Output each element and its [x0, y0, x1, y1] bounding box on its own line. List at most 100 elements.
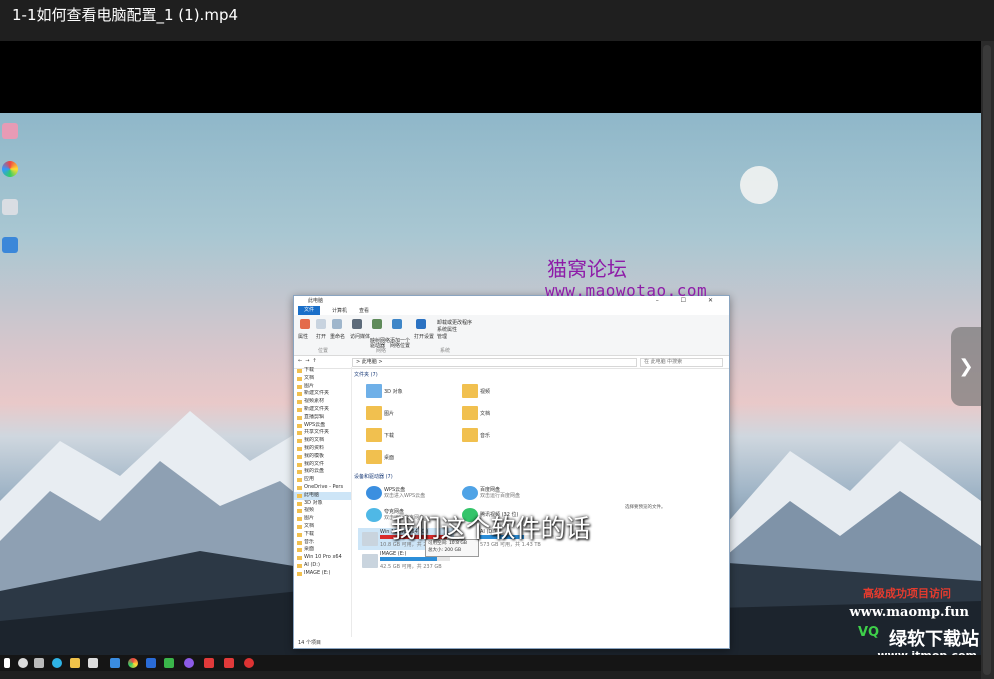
edge-icon[interactable]	[52, 658, 62, 668]
task-view-icon[interactable]	[34, 658, 44, 668]
address-bar-row: ←→↑ > 此电脑 > 在 此电脑 中搜索	[294, 356, 729, 369]
explorer-icon[interactable]	[70, 658, 80, 668]
nav-item[interactable]: 桌面	[294, 546, 351, 554]
content-pane: 文件夹 (7) 3D 对象 视频 图片 文档 下载 音乐 桌面 设备和驱动器 (…	[354, 370, 724, 635]
settings-icon[interactable]	[416, 319, 426, 329]
address-bar[interactable]: > 此电脑 >	[352, 358, 637, 367]
wps-icon[interactable]	[204, 658, 214, 668]
tab-computer[interactable]: 计算机	[332, 307, 347, 314]
video-subtitle: 我们这个软件的话	[390, 514, 591, 543]
nav-item[interactable]: OneDrive - Pers	[294, 484, 351, 492]
nav-item[interactable]: IMAGE (E:)	[294, 570, 351, 578]
nav-item[interactable]: 新建文件夹	[294, 390, 351, 398]
folder-label[interactable]: 下载	[384, 432, 394, 439]
nav-item[interactable]: 我的资料	[294, 445, 351, 453]
store-icon[interactable]	[88, 658, 98, 668]
nav-item[interactable]: 我的云盘	[294, 468, 351, 476]
color-app-icon[interactable]	[2, 161, 18, 177]
nav-item[interactable]: 视频素材	[294, 398, 351, 406]
tab-file[interactable]: 文件	[298, 306, 321, 315]
downloads-folder-icon[interactable]	[366, 428, 382, 442]
videos-folder-icon[interactable]	[462, 384, 478, 398]
chrome-icon[interactable]	[128, 658, 138, 668]
ribbon-group-system: 系统	[440, 348, 451, 354]
nav-item[interactable]: 新建文件夹	[294, 406, 351, 414]
folder-label[interactable]: 桌面	[384, 454, 394, 461]
pictures-folder-icon[interactable]	[366, 406, 382, 420]
nav-item-label: WPS云盘	[304, 421, 326, 428]
ribbon-uninstall[interactable]: 卸载或更改程序	[437, 319, 472, 326]
search-icon[interactable]	[18, 658, 28, 668]
rename-icon[interactable]	[332, 319, 342, 329]
ribbon-manage[interactable]: 管理	[437, 333, 447, 340]
folder-label[interactable]: 3D 对象	[384, 388, 403, 395]
folder-icon	[297, 493, 302, 498]
nav-item[interactable]: 直播剪辑	[294, 414, 351, 422]
wechat-icon[interactable]	[164, 658, 174, 668]
folder-icon	[297, 556, 302, 561]
nav-item[interactable]: 我的文档	[294, 437, 351, 445]
nav-item-label: IMAGE (E:)	[304, 569, 331, 576]
nav-item[interactable]: AI (D:)	[294, 562, 351, 570]
nav-item[interactable]: 我的模板	[294, 453, 351, 461]
3d-objects-icon[interactable]	[366, 384, 382, 398]
app-icon[interactable]	[224, 658, 234, 668]
drive-e-bar	[380, 557, 450, 561]
chevron-right-icon[interactable]: ❯	[951, 327, 981, 406]
start-icon[interactable]	[4, 658, 10, 668]
folder-label[interactable]: 音乐	[480, 432, 490, 439]
nav-item[interactable]: Win 10 Pro x64	[294, 554, 351, 562]
nav-item[interactable]: 共享文件夹	[294, 429, 351, 437]
ribbon-system-props[interactable]: 系统属性	[437, 326, 457, 333]
folder-label[interactable]: 文档	[480, 410, 490, 417]
video-frame[interactable]: 此电脑 – ☐ ✕ 文件 计算机 查看 属性 打开 重命名 访问媒体 映射网络驱…	[0, 41, 981, 671]
tab-view[interactable]: 查看	[359, 307, 369, 314]
app-icon[interactable]	[244, 658, 254, 668]
nav-item[interactable]: WPS云盘	[294, 422, 351, 430]
app-icon[interactable]	[146, 658, 156, 668]
ribbon-btn-add-location[interactable]: 添加一个网络位置	[390, 339, 412, 349]
nav-item-label: 新建文件夹	[304, 390, 330, 397]
music-folder-icon[interactable]	[462, 428, 478, 442]
ribbon: 属性 打开 重命名 访问媒体 映射网络驱动器 添加一个网络位置 打开设置 卸载或…	[294, 315, 729, 356]
folder-icon	[297, 501, 302, 506]
scrollbar-thumb[interactable]	[983, 45, 991, 675]
folder-icon	[297, 439, 302, 444]
devices-header[interactable]: 设备和驱动器 (7)	[354, 472, 393, 482]
network-location-icon[interactable]	[392, 319, 402, 329]
computer-icon[interactable]	[2, 237, 18, 253]
ribbon-btn-settings[interactable]: 打开设置	[414, 333, 434, 340]
properties-icon[interactable]	[300, 319, 310, 329]
nav-item[interactable]: 下载	[294, 367, 351, 375]
documents-folder-icon[interactable]	[462, 406, 478, 420]
nav-item[interactable]: 此电脑	[294, 491, 351, 500]
media-icon[interactable]	[352, 319, 362, 329]
desktop-folder-icon[interactable]	[366, 450, 382, 464]
ribbon-btn-media[interactable]: 访问媒体	[350, 333, 370, 340]
nav-item[interactable]: 文档	[294, 375, 351, 383]
ribbon-btn-open[interactable]: 打开	[316, 333, 326, 340]
drive-e-icon[interactable]	[362, 554, 378, 568]
folder-label[interactable]: 视频	[480, 388, 490, 395]
baidu-cloud-icon[interactable]	[462, 486, 478, 500]
video-player: 1-1如何查看电脑配置_1 (1).mp4 此电脑 – ☐ ✕ 文件 计算机 查…	[0, 0, 994, 679]
nav-item[interactable]: 图片	[294, 383, 351, 391]
folders-header[interactable]: 文件夹 (7)	[354, 370, 724, 380]
wps-cloud-icon[interactable]	[366, 486, 382, 500]
nav-item-label: 共享文件夹	[304, 429, 330, 436]
app-icon[interactable]	[184, 658, 194, 668]
open-icon[interactable]	[316, 319, 326, 329]
ribbon-btn-properties[interactable]: 属性	[298, 333, 308, 340]
nav-item[interactable]: 我的文件	[294, 461, 351, 469]
document-icon[interactable]	[2, 199, 18, 215]
nav-arrows-icon[interactable]: ←→↑	[298, 358, 320, 364]
app-shortcut-icon[interactable]	[2, 123, 18, 139]
folder-label[interactable]: 图片	[384, 410, 394, 417]
app-icon[interactable]	[110, 658, 120, 668]
ribbon-btn-rename[interactable]: 重命名	[330, 333, 345, 340]
map-drive-icon[interactable]	[372, 319, 382, 329]
folder-icon	[297, 392, 302, 397]
nav-item[interactable]: 3D 对象	[294, 500, 351, 508]
nav-item[interactable]: 应用	[294, 476, 351, 484]
search-input[interactable]: 在 此电脑 中搜索	[640, 358, 723, 367]
